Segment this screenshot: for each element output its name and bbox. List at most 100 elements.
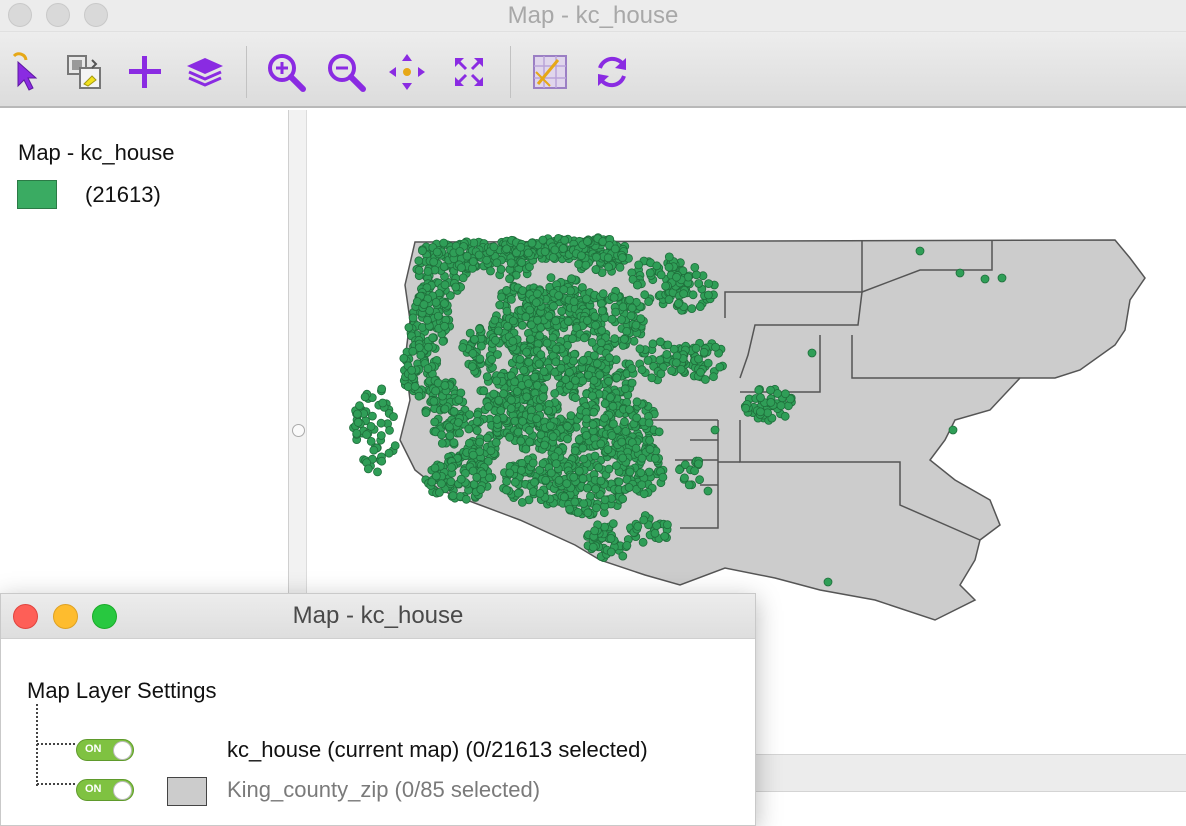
house-point[interactable]	[486, 446, 496, 456]
house-point[interactable]	[754, 385, 764, 395]
house-point[interactable]	[517, 258, 526, 267]
house-point[interactable]	[390, 441, 400, 451]
house-point[interactable]	[472, 426, 482, 436]
select-tool-button[interactable]	[4, 50, 48, 94]
house-point[interactable]	[578, 474, 588, 484]
house-point[interactable]	[352, 428, 362, 438]
layer-toggle-king-county-zip[interactable]: ON	[76, 779, 134, 801]
house-point[interactable]	[591, 265, 601, 274]
house-point[interactable]	[505, 274, 514, 284]
house-point[interactable]	[404, 323, 414, 332]
house-point[interactable]	[527, 238, 537, 248]
house-point[interactable]	[690, 262, 700, 272]
house-point[interactable]	[589, 375, 599, 385]
house-point[interactable]	[482, 255, 492, 265]
house-point[interactable]	[588, 420, 598, 429]
house-point[interactable]	[607, 431, 617, 441]
house-point[interactable]	[558, 244, 568, 253]
house-point[interactable]	[590, 351, 599, 361]
house-point[interactable]	[550, 389, 560, 398]
house-point[interactable]	[652, 261, 662, 271]
house-point[interactable]	[436, 479, 446, 489]
house-point[interactable]	[422, 315, 432, 325]
house-point[interactable]	[559, 492, 569, 502]
house-point[interactable]	[608, 401, 618, 411]
house-point[interactable]	[475, 354, 485, 364]
house-point[interactable]	[548, 252, 558, 262]
house-point[interactable]	[695, 302, 705, 312]
house-point[interactable]	[556, 363, 566, 373]
house-point[interactable]	[531, 298, 541, 308]
house-point[interactable]	[603, 253, 613, 263]
layer-name-kc-house[interactable]: kc_house (current map) (0/21613 selected…	[227, 737, 648, 763]
house-point[interactable]	[567, 274, 576, 284]
house-point[interactable]	[618, 551, 628, 561]
house-point[interactable]	[487, 354, 497, 364]
house-point[interactable]	[444, 422, 454, 432]
house-point[interactable]	[437, 430, 447, 440]
house-point[interactable]	[639, 489, 649, 499]
house-point[interactable]	[469, 480, 479, 489]
house-point[interactable]	[448, 491, 458, 501]
house-point[interactable]	[525, 437, 534, 447]
house-point[interactable]	[695, 475, 704, 485]
house-point[interactable]	[603, 445, 613, 455]
house-point[interactable]	[582, 430, 591, 440]
house-point[interactable]	[408, 346, 418, 356]
house-point[interactable]	[591, 484, 600, 494]
house-point[interactable]	[429, 396, 439, 406]
house-point[interactable]	[483, 402, 493, 412]
house-point[interactable]	[472, 472, 482, 482]
house-point[interactable]	[590, 451, 600, 461]
house-point[interactable]	[360, 392, 370, 402]
house-point[interactable]	[664, 295, 674, 305]
refresh-button[interactable]	[590, 50, 634, 94]
house-point[interactable]	[524, 379, 533, 389]
house-point[interactable]	[948, 425, 958, 435]
house-point[interactable]	[609, 419, 618, 429]
house-point[interactable]	[510, 477, 520, 487]
house-point[interactable]	[366, 421, 376, 431]
house-point[interactable]	[524, 357, 534, 367]
house-point[interactable]	[551, 344, 561, 354]
house-point[interactable]	[505, 468, 515, 478]
house-point[interactable]	[580, 333, 589, 343]
house-point[interactable]	[532, 414, 541, 424]
house-point[interactable]	[378, 398, 388, 408]
house-point[interactable]	[453, 418, 463, 427]
house-point[interactable]	[525, 425, 534, 435]
house-point[interactable]	[582, 414, 591, 424]
house-point[interactable]	[741, 403, 751, 413]
house-point[interactable]	[578, 443, 588, 453]
house-point[interactable]	[631, 320, 641, 330]
house-point[interactable]	[645, 435, 654, 445]
house-point[interactable]	[376, 418, 386, 428]
house-point[interactable]	[486, 266, 495, 276]
house-point[interactable]	[510, 416, 520, 426]
house-point[interactable]	[362, 430, 372, 440]
house-point[interactable]	[823, 577, 833, 587]
house-point[interactable]	[464, 438, 474, 448]
house-point[interactable]	[573, 508, 583, 517]
house-point[interactable]	[476, 485, 486, 494]
house-point[interactable]	[384, 448, 394, 458]
house-point[interactable]	[620, 334, 629, 344]
house-point[interactable]	[635, 344, 645, 354]
layers-button[interactable]	[183, 50, 227, 94]
house-point[interactable]	[440, 381, 450, 390]
house-point[interactable]	[482, 372, 492, 382]
house-point[interactable]	[464, 424, 474, 434]
house-point[interactable]	[618, 253, 627, 263]
house-point[interactable]	[600, 495, 610, 505]
house-point[interactable]	[538, 235, 548, 245]
house-point[interactable]	[631, 443, 641, 453]
house-point[interactable]	[600, 413, 609, 423]
house-point[interactable]	[431, 297, 441, 307]
house-point[interactable]	[627, 364, 637, 373]
house-point[interactable]	[538, 392, 548, 402]
house-point[interactable]	[639, 515, 649, 525]
house-point[interactable]	[915, 246, 925, 256]
house-point[interactable]	[610, 334, 619, 344]
house-point[interactable]	[627, 378, 637, 388]
house-point[interactable]	[592, 503, 601, 513]
